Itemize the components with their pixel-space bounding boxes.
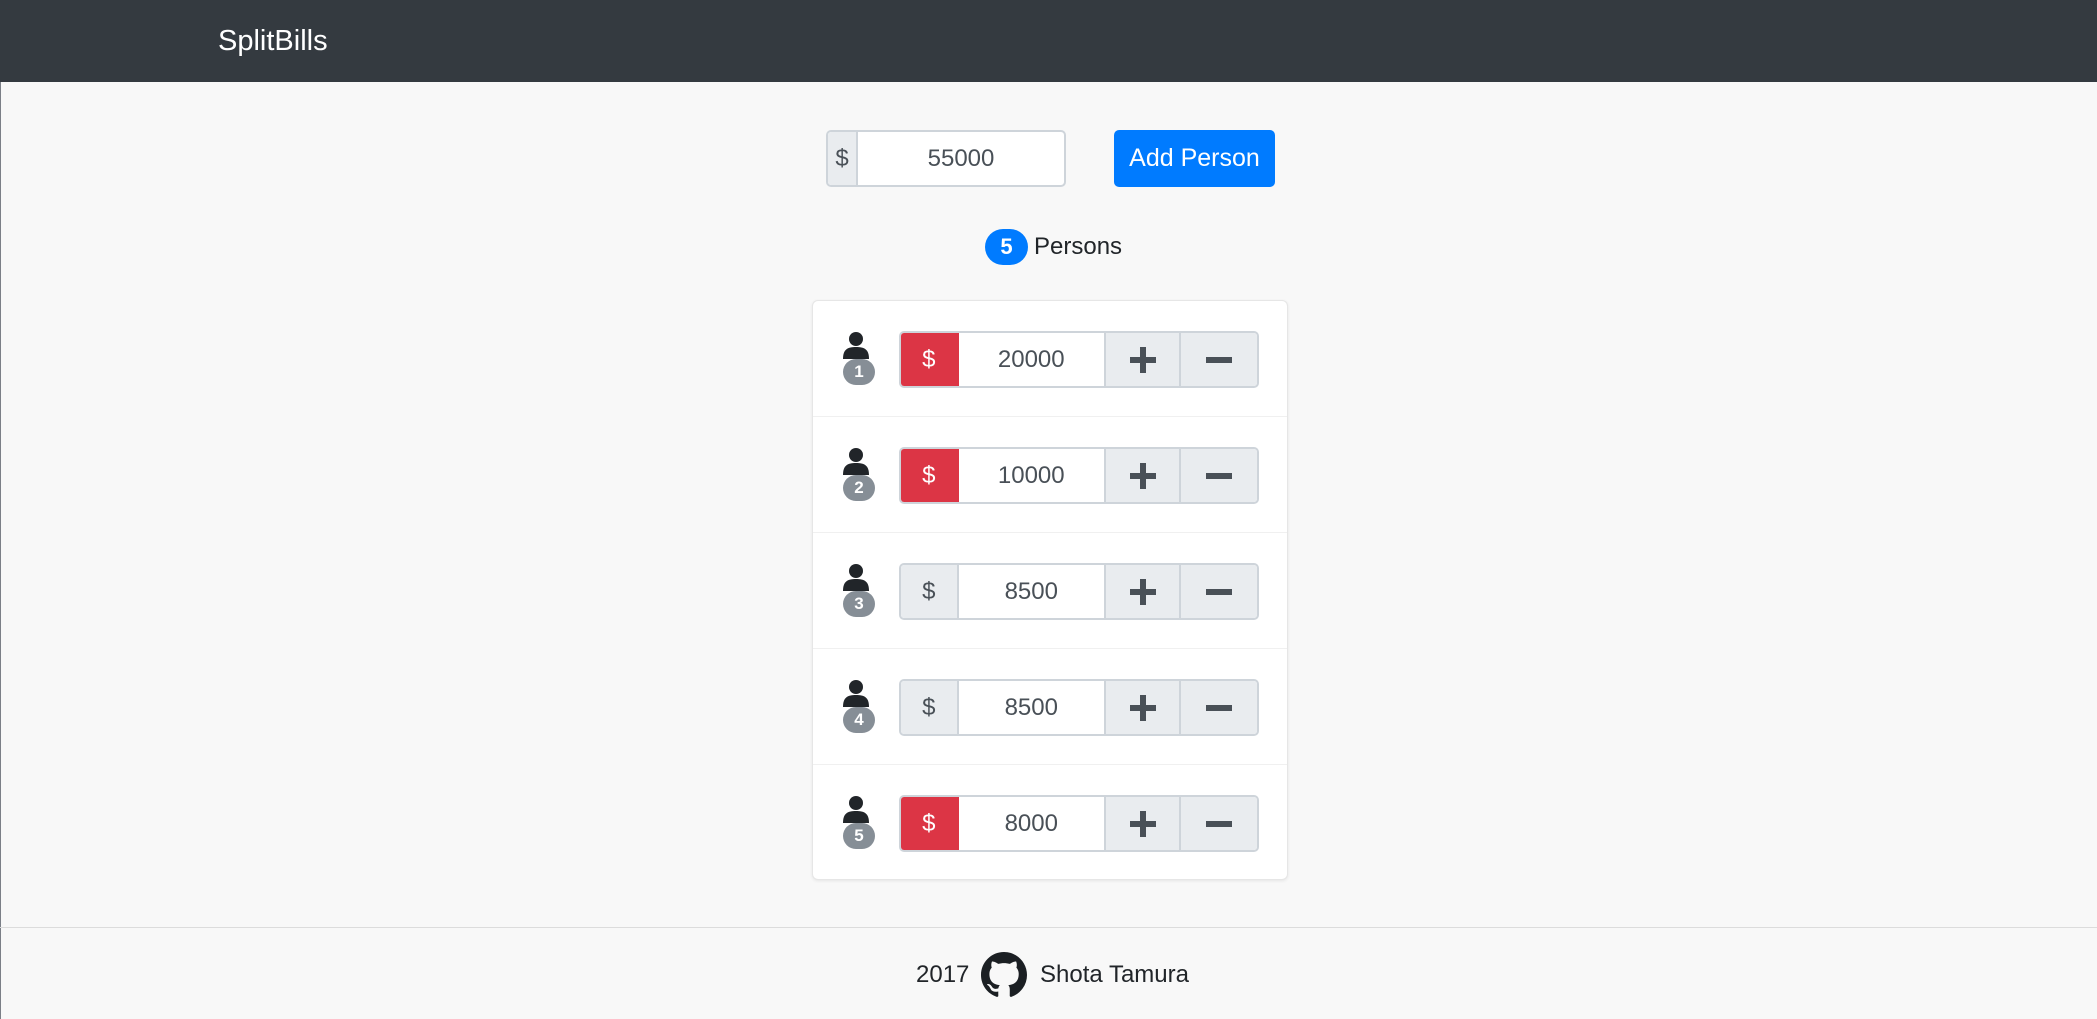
github-icon[interactable] (981, 952, 1027, 998)
navbar: SplitBills (0, 0, 2097, 82)
increment-button[interactable] (1105, 333, 1182, 386)
person-amount-input[interactable]: 8000 (959, 797, 1106, 850)
decrement-button[interactable] (1181, 681, 1257, 734)
brand-link[interactable]: SplitBills (218, 22, 328, 60)
window-edge (0, 82, 1, 1019)
decrement-button[interactable] (1181, 797, 1257, 850)
user-icon (843, 332, 869, 359)
person-amount-input[interactable]: 10000 (959, 449, 1106, 502)
person-number-badge: 1 (843, 359, 875, 385)
person-amount-input[interactable]: 20000 (959, 333, 1106, 386)
person-amount-group: $ 8500 (899, 679, 1259, 736)
minus-icon (1206, 588, 1233, 595)
decrement-button[interactable] (1181, 565, 1257, 618)
persons-label: Persons (1034, 233, 1123, 260)
currency-addon[interactable]: $ (901, 797, 959, 850)
minus-icon (1206, 472, 1233, 479)
currency-addon[interactable]: $ (901, 449, 959, 502)
person-amount-input[interactable]: 8500 (959, 565, 1106, 618)
plus-icon (1129, 810, 1156, 837)
total-amount-group: $ 55000 (826, 130, 1066, 187)
person-number-badge: 2 (843, 475, 875, 501)
user-icon (843, 448, 869, 475)
person-amount-group: $ 8500 (899, 563, 1259, 620)
person-row: 5 $ 8000 (813, 765, 1287, 881)
increment-button[interactable] (1105, 797, 1182, 850)
person-number-badge: 4 (843, 707, 875, 733)
footer-year: 2017 (916, 961, 970, 988)
user-icon (843, 680, 869, 707)
person-amount-input[interactable]: 8500 (959, 681, 1106, 734)
currency-addon[interactable]: $ (901, 681, 959, 734)
person-amount-group: $ 8000 (899, 795, 1259, 852)
person-row: 3 $ 8500 (813, 533, 1287, 649)
plus-icon (1129, 346, 1156, 373)
person-number-badge: 5 (843, 823, 875, 849)
total-currency-addon: $ (828, 132, 858, 185)
persons-list: 1 $ 20000 2 $ 10000 3 $ 8500 4 $ 8500 5 … (812, 300, 1288, 880)
persons-count-badge: 5 (985, 229, 1028, 265)
total-amount-input[interactable]: 55000 (858, 132, 1064, 185)
user-icon (843, 564, 869, 591)
footer-author-link[interactable]: Shota Tamura (1040, 960, 1189, 990)
minus-icon (1206, 820, 1233, 827)
add-person-button[interactable]: Add Person (1114, 130, 1275, 187)
minus-icon (1206, 704, 1233, 711)
person-row: 4 $ 8500 (813, 649, 1287, 765)
plus-icon (1129, 694, 1156, 721)
plus-icon (1129, 462, 1156, 489)
currency-addon[interactable]: $ (901, 565, 959, 618)
person-amount-group: $ 20000 (899, 331, 1259, 388)
decrement-button[interactable] (1181, 333, 1257, 386)
user-icon (843, 796, 869, 823)
plus-icon (1129, 578, 1156, 605)
increment-button[interactable] (1105, 565, 1182, 618)
increment-button[interactable] (1105, 449, 1182, 502)
currency-addon[interactable]: $ (901, 333, 959, 386)
person-row: 1 $ 20000 (813, 301, 1287, 417)
decrement-button[interactable] (1181, 449, 1257, 502)
person-row: 2 $ 10000 (813, 417, 1287, 533)
person-number-badge: 3 (843, 591, 875, 617)
footer-divider (0, 927, 2097, 928)
minus-icon (1206, 356, 1233, 363)
person-amount-group: $ 10000 (899, 447, 1259, 504)
increment-button[interactable] (1105, 681, 1182, 734)
